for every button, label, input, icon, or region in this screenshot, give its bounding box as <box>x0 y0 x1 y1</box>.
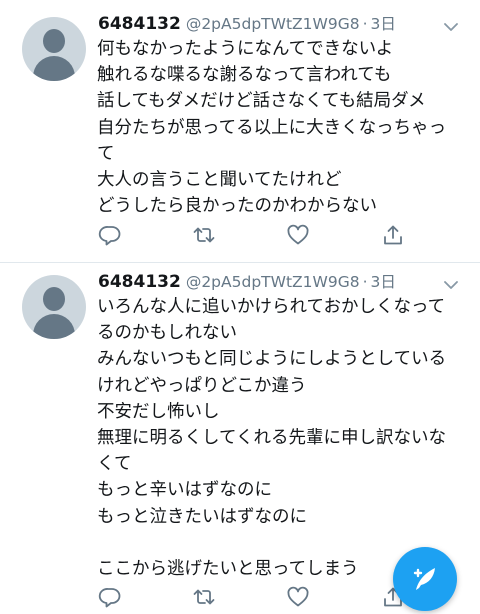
tweet-text-line: もっと辛いはずなのに <box>97 480 272 501</box>
tweet[interactable]: 6484132 @2pA5dpTWtZ1W9G8 · 3日 何もなかったようにな… <box>0 0 480 263</box>
avatar[interactable] <box>22 275 86 339</box>
share-icon[interactable] <box>381 223 405 247</box>
tweet-text-line: 無理に明るくしてくれる先輩に申し訳ないな <box>97 427 446 448</box>
user-handle[interactable]: @2pA5dpTWtZ1W9G8 <box>186 15 360 33</box>
heart-icon[interactable] <box>286 223 310 247</box>
tweet-text-line: るのかもしれない <box>97 323 237 344</box>
tweet-text: いろんな人に追いかけられておかしくなって るのかもしれない みんないつもと同じよ… <box>97 294 474 582</box>
default-avatar-head <box>43 287 65 311</box>
tweet-text-line: 不安だし怖いし <box>97 401 220 422</box>
tweet-text: 何もなかったようになんてできないよ 触れるな喋るな謝るなって言われても 話しても… <box>97 36 474 219</box>
reply-icon[interactable] <box>98 585 122 609</box>
chevron-down-icon[interactable] <box>444 275 458 289</box>
timestamp[interactable]: 3日 <box>371 12 396 34</box>
user-handle[interactable]: @2pA5dpTWtZ1W9G8 <box>186 273 360 291</box>
reply-icon[interactable] <box>98 223 122 247</box>
separator-dot: · <box>362 273 368 291</box>
tweet-text-line: もっと泣きたいはずなのに <box>97 506 307 527</box>
default-avatar-body <box>33 314 75 339</box>
retweet-icon[interactable] <box>192 223 216 247</box>
compose-tweet-button[interactable] <box>393 547 457 611</box>
tweet-text-line: 話してもダメだけど話さなくても結局ダメ <box>97 91 426 112</box>
compose-tweet-icon <box>413 568 435 590</box>
display-name[interactable]: 6484132 <box>98 272 181 292</box>
tweet-actions <box>98 585 408 609</box>
tweet-text-line: みんないつもと同じようにしようとしている <box>97 349 447 370</box>
tweet-text-line: て <box>97 143 115 164</box>
default-avatar-body <box>33 56 75 81</box>
tweet-text-line: 大人の言うこと聞いてたけれど <box>97 169 342 190</box>
chevron-down-icon[interactable] <box>444 17 458 31</box>
retweet-icon[interactable] <box>192 585 216 609</box>
heart-icon[interactable] <box>286 585 310 609</box>
tweet-header: 6484132 @2pA5dpTWtZ1W9G8 · 3日 <box>98 12 460 34</box>
avatar[interactable] <box>22 17 86 81</box>
tweet-header: 6484132 @2pA5dpTWtZ1W9G8 · 3日 <box>98 270 460 292</box>
tweet-text-line: いろんな人に追いかけられておかしくなって <box>97 297 446 317</box>
tweet-text-line: くて <box>97 454 132 475</box>
tweet-text-line: 触れるな喋るな謝るなって言われても <box>97 65 392 86</box>
tweet-actions <box>98 223 408 247</box>
tweet-text-line: けれどやっぱりどこか違う <box>97 375 307 396</box>
tweet-text-line: 何もなかったようになんてできないよ <box>97 39 394 59</box>
display-name[interactable]: 6484132 <box>98 14 181 34</box>
tweet-text-line: 自分たちが思ってる以上に大きくなっちゃっ <box>97 117 447 138</box>
default-avatar-head <box>43 29 65 53</box>
tweet-text-line: どうしたら良かったのかわからない <box>97 196 377 217</box>
separator-dot: · <box>362 15 368 33</box>
timestamp[interactable]: 3日 <box>371 270 396 292</box>
